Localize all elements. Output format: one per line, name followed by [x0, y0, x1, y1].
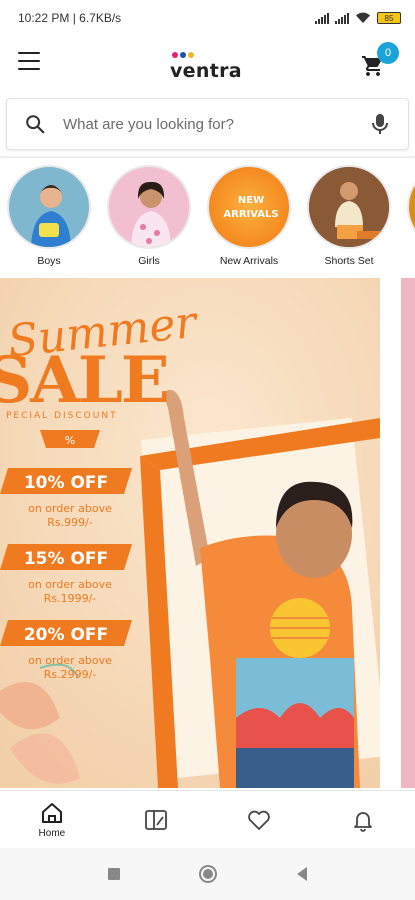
category-shorts-set[interactable]: Shorts Set	[306, 165, 392, 267]
promo-banner[interactable]: Summer SALE PECIAL DISCOUNT % 10% OFF on…	[0, 278, 380, 788]
bell-icon	[354, 811, 373, 832]
category-label: New Arrivals	[219, 255, 279, 267]
app-header: ventra 0	[0, 36, 415, 90]
back-triangle-icon[interactable]	[290, 862, 314, 886]
banner-subtitle: PECIAL DISCOUNT	[6, 411, 118, 421]
bottom-navigation: Home	[0, 790, 415, 848]
search-icon[interactable]	[7, 113, 63, 135]
category-label: Shorts Set	[324, 255, 374, 267]
category-label: Boys	[37, 255, 61, 267]
search-bar	[6, 98, 409, 150]
nav-wishlist[interactable]	[208, 791, 312, 848]
signal-icon	[315, 12, 329, 24]
signal-icon-2	[335, 12, 349, 24]
microphone-icon[interactable]	[352, 112, 408, 136]
status-bar: 10:22 PM | 6.7KB/s 85	[0, 0, 415, 36]
wifi-icon	[356, 12, 370, 23]
category-girls[interactable]: Girls	[106, 165, 192, 267]
offer-line-2: Rs.1999/-	[44, 592, 97, 605]
status-time: 10:22 PM | 6.7KB/s	[18, 11, 122, 25]
offer-line-2: Rs.2999/-	[44, 668, 97, 681]
brand-logo[interactable]: ventra	[168, 48, 242, 82]
category-new-arrivals[interactable]: NEW ARRIVALS New Arrivals	[206, 165, 292, 267]
home-icon	[41, 803, 62, 823]
nav-notifications[interactable]	[311, 791, 415, 848]
home-circle-icon[interactable]	[196, 862, 220, 886]
cart-count-badge: 0	[377, 42, 399, 64]
category-carousel: Boys Girls NEW ARRIVALS New Arrivals Sho…	[0, 165, 415, 273]
offer-line-1: on order above	[28, 578, 112, 591]
logo-text: ventra	[170, 60, 242, 82]
offer-line-1: on order above	[28, 502, 112, 515]
offer-line-2: Rs.999/-	[47, 516, 93, 529]
recent-apps-icon[interactable]	[102, 862, 126, 886]
nav-home[interactable]: Home	[0, 791, 104, 848]
category-image-shorts-set	[307, 165, 391, 249]
category-next-partial[interactable]	[406, 165, 415, 249]
offer-tag: 10% OFF	[24, 473, 108, 493]
banner-percent-sign: %	[65, 434, 75, 447]
offer-line-1: on order above	[28, 654, 112, 667]
hamburger-menu-icon[interactable]	[18, 52, 40, 70]
search-input[interactable]	[63, 115, 352, 133]
category-image-boys	[7, 165, 91, 249]
new-arrivals-circle-text-2: ARRIVALS	[223, 209, 278, 220]
category-boys[interactable]: Boys	[6, 165, 92, 267]
heart-icon	[248, 810, 271, 830]
offer-tag: 20% OFF	[24, 625, 108, 645]
offer-tag: 15% OFF	[24, 549, 108, 569]
category-image-next	[407, 165, 415, 249]
logo-dots	[172, 52, 194, 58]
section-divider	[0, 156, 415, 158]
battery-icon: 85	[377, 12, 401, 24]
category-image-girls	[107, 165, 191, 249]
nav-home-label: Home	[38, 828, 66, 839]
status-icons: 85	[315, 12, 401, 24]
category-label: Girls	[138, 255, 160, 267]
category-image-new-arrivals: NEW ARRIVALS	[207, 165, 291, 249]
new-arrivals-circle-text-1: NEW	[238, 195, 264, 206]
system-navigation-bar	[0, 848, 415, 900]
next-banner-peek[interactable]	[401, 278, 415, 788]
cart-button[interactable]: 0	[359, 42, 399, 82]
banner-big-title: SALE	[0, 343, 168, 418]
nav-catalog[interactable]	[104, 791, 208, 848]
catalog-icon	[144, 809, 167, 830]
